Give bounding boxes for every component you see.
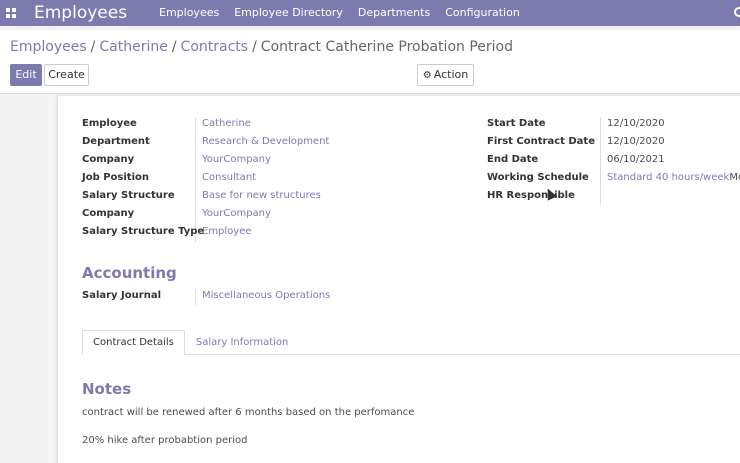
salary-structure-value[interactable]: Base for new structures (202, 187, 321, 205)
field-label: Salary Journal (82, 290, 161, 301)
field-label: End Date (487, 154, 539, 165)
search-icon[interactable] (734, 7, 740, 17)
action-button-label: Action (433, 68, 469, 81)
end-date-value: 06/10/2021 (607, 154, 665, 165)
working-schedule-extra: Month (729, 172, 740, 183)
tab-salary-information[interactable]: Salary Information (185, 330, 299, 355)
first-contract-date-value: 12/10/2020 (607, 136, 665, 147)
field-label: Employee (82, 118, 137, 129)
breadcrumb-catherine[interactable]: Catherine (99, 39, 167, 55)
field-label: HR Responsible (487, 190, 575, 201)
menu-item-employee-directory[interactable]: Employee Directory (234, 6, 343, 19)
salary-journal-value[interactable]: Miscellaneous Operations (202, 287, 330, 305)
action-button[interactable]: ⚙ Action (417, 64, 474, 86)
breadcrumb-current: Contract Catherine Probation Period (260, 39, 513, 55)
app-brand[interactable]: Employees (34, 3, 127, 23)
field-label: Company (82, 208, 135, 219)
gear-icon: ⚙ (422, 70, 432, 81)
employee-value[interactable]: Catherine (202, 115, 251, 133)
working-schedule-value: Standard 40 hours/weekMonth (607, 169, 740, 187)
department-value[interactable]: Research & Development (202, 133, 329, 151)
apps-menu-icon[interactable] (6, 8, 16, 18)
menu-item-employees[interactable]: Employees (159, 6, 219, 19)
field-label: Start Date (487, 118, 546, 129)
field-label: Salary Structure (82, 190, 175, 201)
field-label: Company (82, 154, 135, 165)
notes-line: contract will be renewed after 6 months … (82, 407, 415, 418)
control-panel: Employees / Catherine / Contracts / Contract C… (0, 30, 740, 94)
start-date-value: 12/10/2020 (607, 118, 665, 129)
breadcrumb-separator: / (171, 39, 177, 55)
field-working-schedule: Working Schedule Standard 40 hours/weekM… (0, 169, 740, 187)
form-tabs: Contract Details Salary Information (82, 330, 299, 355)
field-label: Salary Structure Type (82, 226, 205, 237)
create-button[interactable]: Create (44, 64, 89, 86)
accounting-title: Accounting (82, 264, 177, 282)
top-navbar: Employees Employees Employee Directory D… (0, 0, 740, 26)
company-value[interactable]: YourCompany (202, 151, 271, 169)
breadcrumb-employees[interactable]: Employees (10, 39, 87, 55)
journal-field-divider (195, 289, 196, 305)
breadcrumb: Employees / Catherine / Contracts / Contract C… (10, 39, 513, 55)
field-label: First Contract Date (487, 136, 595, 147)
tab-contract-details[interactable]: Contract Details (82, 330, 185, 355)
main-menu: Employees Employee Directory Departments… (159, 6, 535, 19)
breadcrumb-contracts[interactable]: Contracts (181, 39, 249, 55)
breadcrumb-separator: / (252, 39, 257, 55)
breadcrumb-separator: / (90, 39, 96, 55)
company-2-value[interactable]: YourCompany (202, 205, 271, 223)
field-label: Department (82, 136, 150, 147)
menu-item-configuration[interactable]: Configuration (445, 6, 520, 19)
notes-title: Notes (82, 380, 132, 398)
salary-structure-type-value[interactable]: Employee (202, 223, 252, 241)
field-label: Working Schedule (487, 172, 589, 183)
notes-line: 20% hike after probabtion period (82, 435, 248, 446)
edit-button[interactable]: Edit (10, 64, 42, 86)
working-schedule-link[interactable]: Standard 40 hours/week (607, 172, 729, 183)
right-field-divider (600, 117, 601, 205)
menu-item-departments[interactable]: Departments (358, 6, 430, 19)
